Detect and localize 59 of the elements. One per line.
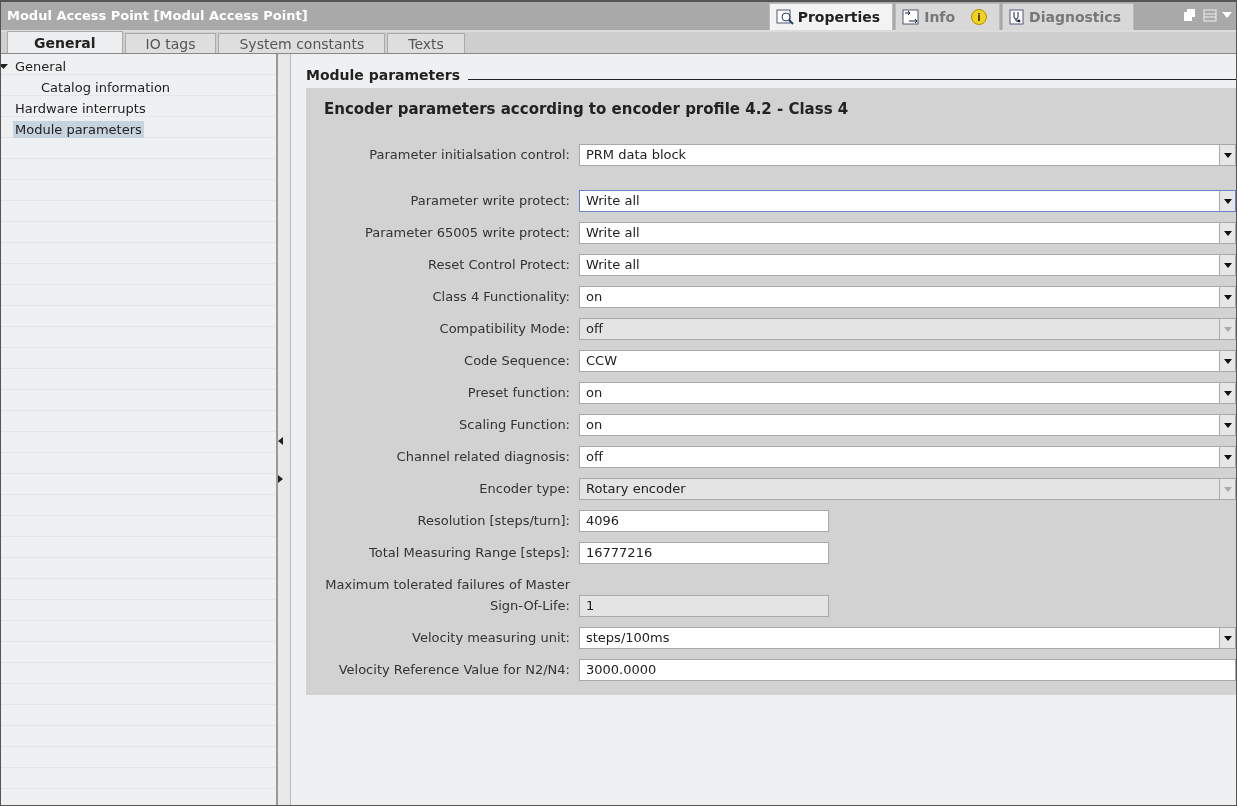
field-label: Parameter 65005 write protect:	[363, 224, 570, 242]
tab[interactable]: System constants	[218, 33, 386, 53]
dropdown-arrow-icon[interactable]	[1223, 230, 1232, 236]
dropdown-arrow-icon[interactable]	[1223, 198, 1232, 204]
arrows-page-icon	[902, 9, 921, 25]
section-title: Module parameters	[306, 67, 461, 83]
field-label: Scaling Function:	[458, 416, 570, 434]
dropdown-arrow-icon[interactable]	[1223, 390, 1232, 396]
dropdown-field[interactable]: Write all	[579, 222, 1236, 244]
input-field[interactable]: 3000.0000	[579, 659, 1236, 681]
field-label: Velocity measuring unit:	[411, 629, 570, 647]
tab[interactable]: General	[7, 31, 123, 53]
field-label: Parameter write protect:	[409, 192, 570, 210]
dropdown-field[interactable]: on	[579, 414, 1236, 436]
field-label: Maximum tolerated failures of Master Sign-Of-Life:	[324, 576, 570, 615]
stethoscope-icon	[1009, 9, 1026, 25]
info-badge: i	[971, 9, 988, 25]
dropdown-arrow-icon[interactable]	[1223, 454, 1232, 460]
dropdown-field[interactable]: off	[579, 446, 1236, 468]
dropdown-field[interactable]: on	[579, 286, 1236, 308]
caret-icon[interactable]	[1, 62, 8, 71]
inspector-tab[interactable]: Info i	[895, 3, 1001, 30]
field-label: Code Sequence:	[463, 352, 570, 370]
dropdown-field[interactable]: Write all	[579, 254, 1236, 276]
dropdown-arrow-icon[interactable]	[1223, 294, 1232, 300]
field-label: Parameter initialsation control:	[368, 146, 570, 164]
inspector-tab[interactable]: Properties	[768, 3, 894, 30]
sidebar-item[interactable]: Hardware interrupts	[13, 100, 148, 117]
field-label: Velocity Reference Value for N2/N4:	[337, 661, 570, 679]
dropdown-arrow-icon[interactable]	[1223, 422, 1232, 428]
dropdown-field[interactable]: on	[579, 382, 1236, 404]
panel-title: Encoder parameters according to encoder profile 4.2 - Class 4	[324, 100, 850, 118]
window-title: Modul Access Point [Modul Access Point]	[6, 8, 309, 25]
magnifier-page-icon	[775, 9, 794, 25]
field-label: Compatibility Mode:	[438, 320, 570, 338]
sidebar-item[interactable]: General	[13, 58, 69, 75]
dropdown-field[interactable]: steps/100ms	[579, 627, 1236, 649]
collapse-left-icon[interactable]	[278, 436, 284, 445]
dropdown-arrow-icon[interactable]	[1223, 635, 1232, 641]
field-label: Total Measuring Range [steps]:	[367, 544, 570, 562]
sidebar-item[interactable]: Catalog information	[39, 79, 173, 96]
field-label: Channel related diagnosis:	[395, 448, 570, 466]
input-field[interactable]: 16777216	[579, 542, 829, 564]
field-label: Encoder type:	[478, 480, 570, 498]
dropdown-arrow-icon[interactable]	[1223, 262, 1232, 268]
dropdown-field[interactable]: PRM data block	[579, 144, 1236, 166]
dropdown-arrow-icon[interactable]	[1223, 152, 1232, 158]
dropdown-arrow-icon[interactable]	[1223, 358, 1232, 364]
dropdown-field[interactable]: Write all	[579, 190, 1236, 212]
field-label: Reset Control Protect:	[427, 256, 570, 274]
sidebar-item[interactable]: Module parameters	[13, 121, 144, 138]
field-label: Resolution [steps/turn]:	[416, 512, 570, 530]
input-field[interactable]: 4096	[579, 510, 829, 532]
field-label: Class 4 Functionality:	[431, 288, 570, 306]
dropdown-field[interactable]: CCW	[579, 350, 1236, 372]
expand-right-icon[interactable]	[278, 474, 284, 483]
tab[interactable]: Texts	[387, 33, 465, 53]
tab[interactable]: IO tags	[124, 33, 217, 53]
field-label: Preset function:	[466, 384, 570, 402]
